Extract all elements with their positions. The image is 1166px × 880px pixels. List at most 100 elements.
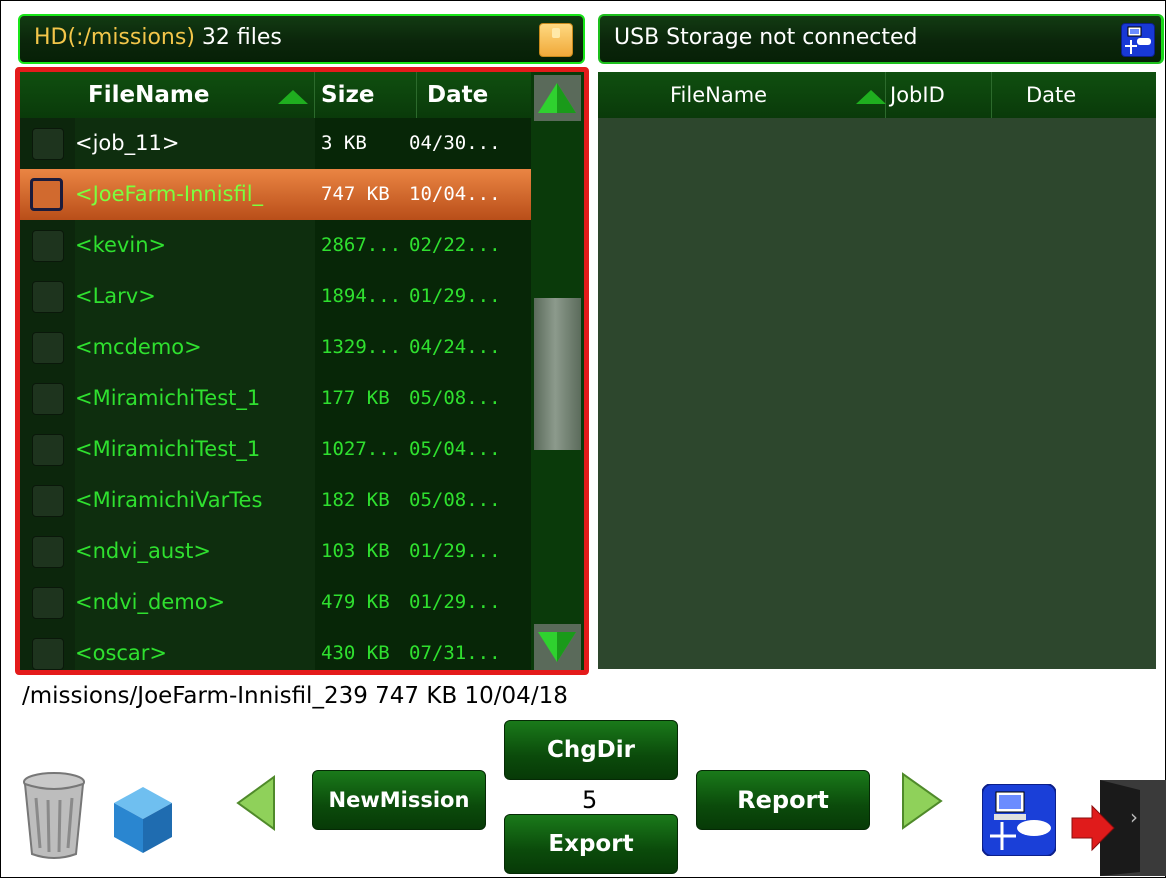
file-date: 07/31... (409, 642, 501, 664)
file-size: 103 KB (321, 540, 390, 562)
file-size-date: 3 KB 04/30... (315, 118, 531, 169)
export-button[interactable]: Export (504, 814, 678, 874)
hd-header: HD(:/missions) 32 files (18, 14, 585, 64)
column-filename[interactable]: FileName (20, 72, 315, 118)
file-size-date: 430 KB 07/31... (315, 628, 531, 670)
file-size-date: 177 KB 05/08... (315, 373, 531, 424)
file-date: 05/04... (409, 438, 501, 460)
file-name: <ndvi_aust> (75, 526, 315, 577)
file-date: 05/08... (409, 489, 501, 511)
file-size-date: 747 KB 10/04... (315, 169, 531, 220)
hd-path: HD(:/missions) (34, 25, 195, 50)
file-size-date: 1027... 05/04... (315, 424, 531, 475)
sort-asc-icon (856, 90, 886, 104)
file-size-date: 103 KB 01/29... (315, 526, 531, 577)
file-row[interactable]: <ndvi_aust> 103 KB 01/29... (20, 526, 531, 577)
drive-icon[interactable] (539, 23, 573, 57)
row-checkbox-cell (20, 475, 75, 526)
file-name: <mcdemo> (75, 322, 315, 373)
file-date: 01/29... (409, 540, 501, 562)
file-size: 479 KB (321, 591, 390, 613)
network-icon[interactable] (981, 783, 1057, 857)
file-size-date: 2867... 02/22... (315, 220, 531, 271)
file-size: 177 KB (321, 387, 390, 409)
file-date: 04/24... (409, 336, 501, 358)
file-size-date: 182 KB 05/08... (315, 475, 531, 526)
column-size[interactable]: Size (315, 72, 417, 118)
page-count: 5 (582, 786, 598, 814)
file-size-date: 1329... 04/24... (315, 322, 531, 373)
next-arrow-icon[interactable] (901, 772, 943, 830)
row-checkbox[interactable] (32, 383, 64, 415)
file-name: <MiramichiTest_1 (75, 424, 315, 475)
row-checkbox[interactable] (32, 128, 64, 160)
file-row[interactable]: <MiramichiTest_1 177 KB 05/08... (20, 373, 531, 424)
file-row[interactable]: <mcdemo> 1329... 04/24... (20, 322, 531, 373)
hd-file-panel: FileName Size Date <job_11> 3 KB 04/30... <… (15, 67, 589, 675)
column-filename[interactable]: FileName (598, 72, 886, 118)
prev-arrow-icon[interactable] (236, 775, 276, 831)
column-date[interactable]: Date (417, 72, 531, 118)
scroll-up-icon[interactable] (534, 75, 581, 121)
file-size: 1894... (321, 285, 402, 307)
file-name: <oscar> (75, 628, 315, 670)
usb-status-text: USB Storage not connected (614, 25, 918, 50)
row-checkbox-cell (20, 118, 75, 169)
usb-network-icon[interactable] (1121, 23, 1155, 57)
file-row[interactable]: <oscar> 430 KB 07/31... (20, 628, 531, 670)
file-row[interactable]: <job_11> 3 KB 04/30... (20, 118, 531, 169)
scroll-down-icon[interactable] (534, 624, 581, 670)
usb-file-panel: FileName JobID Date (598, 72, 1156, 669)
row-checkbox[interactable] (30, 178, 63, 211)
hd-file-list: <job_11> 3 KB 04/30... <JoeFarm-Innisfil_ 74… (20, 118, 531, 670)
file-name: <Larv> (75, 271, 315, 322)
file-name: <MiramichiVarTes (75, 475, 315, 526)
file-name: <ndvi_demo> (75, 577, 315, 628)
file-date: 10/04... (409, 183, 501, 205)
cube-icon[interactable] (112, 785, 174, 855)
exit-icon[interactable]: › (1070, 776, 1166, 876)
file-row[interactable]: <ndvi_demo> 479 KB 01/29... (20, 577, 531, 628)
file-row[interactable]: <kevin> 2867... 02/22... (20, 220, 531, 271)
file-row[interactable]: <JoeFarm-Innisfil_ 747 KB 10/04... (20, 169, 531, 220)
trash-icon[interactable] (20, 770, 88, 862)
file-row[interactable]: <MiramichiVarTes 182 KB 05/08... (20, 475, 531, 526)
selected-file-info: /missions/JoeFarm-Innisfil_239 747 KB 10… (22, 683, 568, 709)
row-checkbox-cell (20, 577, 75, 628)
row-checkbox[interactable] (32, 485, 64, 517)
row-checkbox-cell (20, 373, 75, 424)
row-checkbox-cell (20, 628, 75, 670)
column-jobid[interactable]: JobID (886, 72, 992, 118)
usb-table-header: FileName JobID Date (598, 72, 1156, 118)
chgdir-button[interactable]: ChgDir (504, 720, 678, 780)
file-name: <JoeFarm-Innisfil_ (75, 169, 315, 220)
hd-header-text: HD(:/missions) 32 files (34, 25, 282, 50)
row-checkbox-cell (20, 322, 75, 373)
file-date: 04/30... (409, 132, 501, 154)
new-mission-button[interactable]: NewMission (312, 770, 486, 830)
column-date[interactable]: Date (992, 72, 1156, 118)
file-size: 747 KB (321, 183, 390, 205)
scroll-thumb[interactable] (534, 298, 581, 450)
file-row[interactable]: <MiramichiTest_1 1027... 05/04... (20, 424, 531, 475)
row-checkbox[interactable] (32, 230, 64, 262)
row-checkbox[interactable] (32, 536, 64, 568)
file-size-date: 1894... 01/29... (315, 271, 531, 322)
file-date: 02/22... (409, 234, 501, 256)
row-checkbox[interactable] (32, 281, 64, 313)
row-checkbox[interactable] (32, 434, 64, 466)
report-button[interactable]: Report (696, 770, 870, 830)
row-checkbox-cell (20, 220, 75, 271)
file-row[interactable]: <Larv> 1894... 01/29... (20, 271, 531, 322)
file-name: <MiramichiTest_1 (75, 373, 315, 424)
file-size: 1329... (321, 336, 402, 358)
row-checkbox-cell (20, 271, 75, 322)
usb-header: USB Storage not connected (598, 14, 1164, 64)
file-date: 01/29... (409, 591, 501, 613)
file-size-date: 479 KB 01/29... (315, 577, 531, 628)
row-checkbox[interactable] (32, 332, 64, 364)
row-checkbox[interactable] (32, 587, 64, 619)
row-checkbox[interactable] (32, 638, 64, 670)
file-size: 430 KB (321, 642, 390, 664)
scrollbar[interactable] (531, 72, 584, 670)
